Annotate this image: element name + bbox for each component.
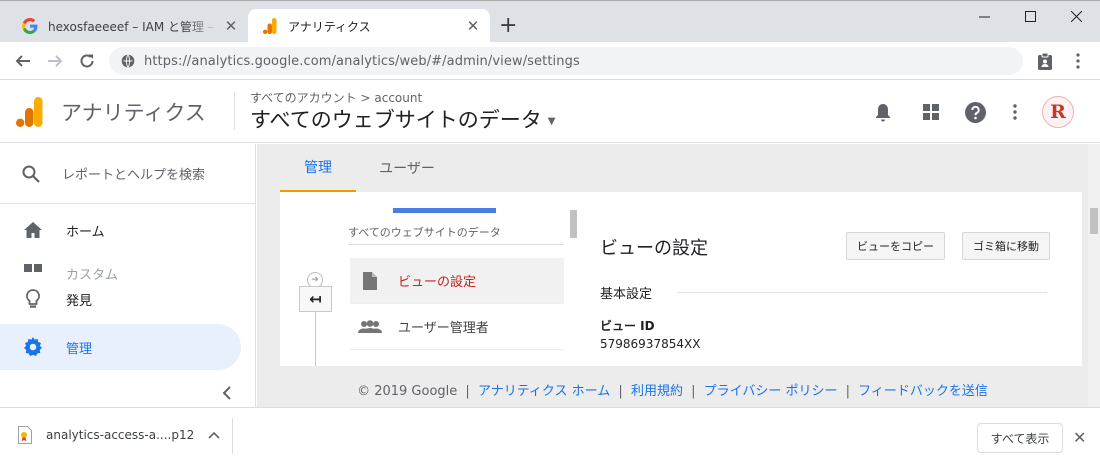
browser-toolbar: https://analytics.google.com/analytics/w… <box>0 42 1100 80</box>
maximize-icon[interactable] <box>1007 5 1053 27</box>
chevron-up-icon[interactable] <box>208 431 220 439</box>
window-close-icon[interactable] <box>1053 5 1099 27</box>
header-divider <box>234 92 235 130</box>
analytics-icon <box>262 18 278 34</box>
view-id-value: 57986937854XX <box>600 337 701 351</box>
nav-item-admin[interactable]: 管理 <box>0 324 241 370</box>
menu-item-view-settings[interactable]: ビューの設定 <box>350 258 564 304</box>
footer-link-privacy[interactable]: プライバシー ポリシー <box>704 384 838 399</box>
tab-close-icon[interactable]: ✕ <box>462 17 484 35</box>
search-icon <box>22 165 40 183</box>
menu-item-label: ユーザー管理者 <box>398 321 489 336</box>
column-highlight-bar <box>393 208 496 213</box>
tab-title: アナリティクス <box>288 19 371 34</box>
google-g-icon <box>22 18 38 34</box>
gear-icon <box>22 337 44 357</box>
nav-item-discover[interactable]: 発見 <box>0 276 241 322</box>
lock-icon <box>121 54 135 68</box>
search-placeholder: レポートとヘルプを検索 <box>62 168 206 183</box>
view-title: すべてのウェブサイトのデータ <box>250 108 542 132</box>
new-tab-plus-icon[interactable]: + <box>499 13 517 39</box>
tab-title: hexosfaeeeef – IAM と管理 – analytics <box>48 19 220 34</box>
menu-item-label: ビューの設定 <box>398 275 477 290</box>
section-label: 基本設定 <box>600 287 653 302</box>
browser-menu-icon[interactable] <box>1066 49 1090 73</box>
nav-item-home[interactable]: ホーム <box>0 207 241 253</box>
download-divider <box>232 418 233 454</box>
collapse-nav-chevron-icon[interactable] <box>222 384 232 405</box>
download-bar: analytics-access-a....p12 すべて表示 ✕ <box>0 407 1100 463</box>
settings-title: ビューの設定 <box>600 238 708 259</box>
avatar[interactable]: R <box>1042 96 1074 128</box>
admin-main: 管理 ユーザー ➔ ↤ すべてのウェブサイトのデータ ビューの設定 ユーザー管理… <box>257 144 1088 407</box>
people-icon <box>358 319 382 334</box>
left-nav: レポートとヘルプを検索 ホーム カスタム 発見 管理 <box>0 144 256 407</box>
clipboard-icon[interactable] <box>1033 49 1057 73</box>
certificate-file-icon <box>18 426 32 444</box>
scrollbar-thumb[interactable] <box>1090 208 1098 234</box>
section-divider <box>677 292 1047 293</box>
nav-item-label: ホーム <box>66 224 105 240</box>
browser-tab-analytics[interactable]: アナリティクス ✕ <box>248 9 490 43</box>
download-bar-close-icon[interactable]: ✕ <box>1073 428 1086 447</box>
admin-card: ➔ ↤ すべてのウェブサイトのデータ ビューの設定 ユーザー管理者 ビューの設定… <box>280 192 1082 366</box>
column-scrollbar[interactable] <box>570 210 577 238</box>
home-icon <box>22 222 44 238</box>
document-icon <box>358 271 382 290</box>
footer-link-analytics-home[interactable]: アナリティクス ホーム <box>478 384 610 399</box>
reload-icon[interactable] <box>74 48 100 74</box>
show-all-button[interactable]: すべて表示 <box>977 423 1063 453</box>
back-arrow-icon[interactable] <box>10 48 36 74</box>
analytics-header: アナリティクス すべてのアカウント > account すべてのウェブサイトのデ… <box>0 80 1100 143</box>
view-selector[interactable]: すべてのウェブサイトのデータ ▼ <box>250 104 555 134</box>
view-id-label: ビュー ID <box>600 319 655 333</box>
more-vert-icon[interactable] <box>1003 100 1027 124</box>
caret-down-icon: ▼ <box>547 115 556 127</box>
url-text: https://analytics.google.com/analytics/w… <box>144 53 580 69</box>
browser-tab-iam[interactable]: hexosfaeeeef – IAM と管理 – analytics ✕ <box>8 9 248 43</box>
back-arrow-button[interactable]: ↤ <box>299 286 332 312</box>
copyright-text: © 2019 Google <box>357 384 458 399</box>
footer-link-terms[interactable]: 利用規約 <box>631 384 683 399</box>
minimize-icon[interactable] <box>961 5 1007 27</box>
page-scrollbar[interactable] <box>1088 144 1100 407</box>
column-header: すべてのウェブサイトのデータ <box>348 224 564 245</box>
address-bar[interactable]: https://analytics.google.com/analytics/w… <box>109 47 1023 75</box>
tab-admin[interactable]: 管理 <box>280 144 356 192</box>
nav-item-label: 管理 <box>66 341 93 357</box>
analytics-logo-icon[interactable] <box>16 97 43 131</box>
admin-tabs: 管理 ユーザー <box>257 144 1088 192</box>
apps-grid-icon[interactable] <box>919 100 943 124</box>
tab-close-icon[interactable]: ✕ <box>220 17 242 35</box>
bell-icon[interactable] <box>871 100 895 124</box>
forward-arrow-icon[interactable] <box>42 48 68 74</box>
footer-link-feedback[interactable]: フィードバックを送信 <box>858 384 988 399</box>
move-to-trash-button[interactable]: ゴミ箱に移動 <box>962 232 1050 260</box>
lightbulb-icon <box>22 289 44 309</box>
app-name: アナリティクス <box>61 101 206 125</box>
footer: © 2019 Google | アナリティクス ホーム | 利用規約 | プライ… <box>257 380 1088 399</box>
nav-item-label: 発見 <box>66 293 93 309</box>
copy-view-button[interactable]: ビューをコピー <box>846 232 945 260</box>
report-search[interactable]: レポートとヘルプを検索 <box>0 144 256 204</box>
footer-separator: | <box>465 384 470 399</box>
browser-tab-strip: hexosfaeeeef – IAM と管理 – analytics ✕ アナリ… <box>0 0 1100 43</box>
help-icon[interactable] <box>963 100 987 124</box>
download-item[interactable]: analytics-access-a....p12 <box>18 426 220 444</box>
download-filename: analytics-access-a....p12 <box>46 428 195 442</box>
footer-separator: | <box>845 384 851 399</box>
menu-item-user-management[interactable]: ユーザー管理者 <box>350 304 564 350</box>
footer-separator: | <box>691 384 696 399</box>
tab-user[interactable]: ユーザー <box>362 144 452 192</box>
footer-separator: | <box>618 384 623 399</box>
